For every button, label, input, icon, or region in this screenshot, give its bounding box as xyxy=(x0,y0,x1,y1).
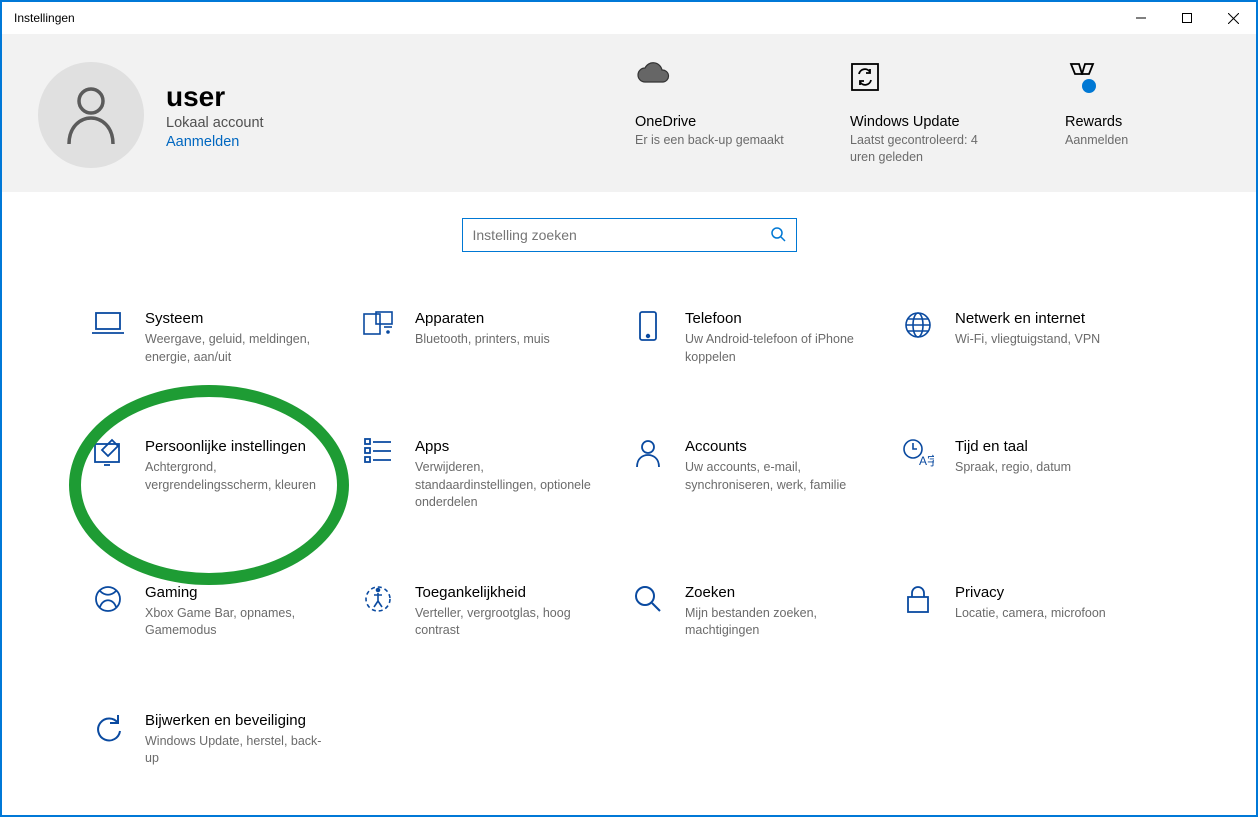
category-sub: Verwijderen, standaardinstellingen, opti… xyxy=(415,459,601,512)
tile-onedrive[interactable]: OneDrive Er is een back-up gemaakt xyxy=(635,62,790,168)
category-systeem[interactable]: Systeem Weergave, geluid, meldingen, ener… xyxy=(89,310,359,366)
titlebar: Instellingen xyxy=(2,2,1256,34)
category-sub: Uw Android-telefoon of iPhone koppelen xyxy=(685,331,871,366)
tile-onedrive-sub: Er is een back-up gemaakt xyxy=(635,132,790,149)
maximize-button[interactable] xyxy=(1164,2,1210,34)
category-toegankelijkheid[interactable]: Toegankelijkheid Verteller, vergrootglas,… xyxy=(359,584,629,640)
category-sub: Windows Update, herstel, back-up xyxy=(145,733,331,768)
search-icon xyxy=(633,584,663,614)
category-sub: Spraak, regio, datum xyxy=(955,459,1141,477)
category-privacy[interactable]: Privacy Locatie, camera, microfoon xyxy=(899,584,1169,640)
xbox-icon xyxy=(93,584,123,614)
category-title: Apps xyxy=(415,438,601,455)
medal-icon xyxy=(1065,62,1099,96)
tile-rewards-sub: Aanmelden xyxy=(1065,132,1220,149)
search-input[interactable] xyxy=(473,227,763,243)
category-sub: Mijn bestanden zoeken, machtigingen xyxy=(685,605,871,640)
category-title: Systeem xyxy=(145,310,331,327)
phone-icon xyxy=(637,310,659,342)
tile-windows-update[interactable]: Windows Update Laatst gecontroleerd: 4 u… xyxy=(850,62,1005,168)
category-title: Toegankelijkheid xyxy=(415,584,601,601)
category-tijd-taal[interactable]: A字 Tijd en taal Spraak, regio, datum xyxy=(899,438,1169,512)
person-icon xyxy=(63,84,119,146)
category-title: Tijd en taal xyxy=(955,438,1141,455)
category-title: Netwerk en internet xyxy=(955,310,1141,327)
category-apparaten[interactable]: Apparaten Bluetooth, printers, muis xyxy=(359,310,629,366)
close-button[interactable] xyxy=(1210,2,1256,34)
devices-icon xyxy=(362,310,394,338)
category-telefoon[interactable]: Telefoon Uw Android-telefoon of iPhone ko… xyxy=(629,310,899,366)
category-sub: Verteller, vergrootglas, hoog contrast xyxy=(415,605,601,640)
category-title: Persoonlijke instellingen xyxy=(145,438,331,455)
category-persoonlijke-instellingen[interactable]: Persoonlijke instellingen Achtergrond, ve… xyxy=(89,438,359,512)
accessibility-icon xyxy=(363,584,393,614)
category-title: Gaming xyxy=(145,584,331,601)
category-title: Apparaten xyxy=(415,310,601,327)
category-sub: Bluetooth, printers, muis xyxy=(415,331,601,349)
search-icon xyxy=(770,226,786,247)
tile-rewards[interactable]: Rewards Aanmelden xyxy=(1065,62,1220,168)
category-title: Accounts xyxy=(685,438,871,455)
lock-icon xyxy=(905,584,931,614)
sign-in-link[interactable]: Aanmelden xyxy=(166,134,264,150)
category-title: Bijwerken en beveiliging xyxy=(145,712,331,729)
category-apps[interactable]: Apps Verwijderen, standaardinstellingen, … xyxy=(359,438,629,512)
category-accounts[interactable]: Accounts Uw accounts, e-mail, synchronise… xyxy=(629,438,899,512)
svg-text:A字: A字 xyxy=(919,453,934,468)
window-title: Instellingen xyxy=(14,11,75,25)
search-box[interactable] xyxy=(462,218,797,252)
apps-list-icon xyxy=(363,438,393,464)
category-sub: Achtergrond, vergrendelingsscherm, kleur… xyxy=(145,459,331,494)
globe-icon xyxy=(903,310,933,340)
user-account-type: Lokaal account xyxy=(166,115,264,131)
personalize-icon xyxy=(92,438,124,466)
sync-icon xyxy=(850,62,880,92)
category-sub: Locatie, camera, microfoon xyxy=(955,605,1141,623)
minimize-button[interactable] xyxy=(1118,2,1164,34)
tile-update-sub: Laatst gecontroleerd: 4 uren geleden xyxy=(850,132,1005,166)
header-band: user Lokaal account Aanmelden OneDrive E… xyxy=(2,34,1256,192)
category-sub: Uw accounts, e-mail, synchroniseren, wer… xyxy=(685,459,871,494)
category-netwerk[interactable]: Netwerk en internet Wi-Fi, vliegtuigstand… xyxy=(899,310,1169,366)
tile-rewards-title: Rewards xyxy=(1065,114,1220,130)
categories-grid: Systeem Weergave, geluid, meldingen, ener… xyxy=(89,310,1169,768)
person-icon xyxy=(634,438,662,468)
category-sub: Xbox Game Bar, opnames, Gamemodus xyxy=(145,605,331,640)
laptop-icon xyxy=(92,310,124,336)
tile-onedrive-title: OneDrive xyxy=(635,114,790,130)
tile-update-title: Windows Update xyxy=(850,114,1005,130)
category-title: Zoeken xyxy=(685,584,871,601)
avatar xyxy=(38,62,144,168)
category-sub: Weergave, geluid, meldingen, energie, aa… xyxy=(145,331,331,366)
category-zoeken[interactable]: Zoeken Mijn bestanden zoeken, machtiginge… xyxy=(629,584,899,640)
update-icon xyxy=(93,712,123,742)
category-gaming[interactable]: Gaming Xbox Game Bar, opnames, Gamemodus xyxy=(89,584,359,640)
time-language-icon: A字 xyxy=(902,438,934,468)
user-block[interactable]: user Lokaal account Aanmelden xyxy=(38,62,518,168)
category-title: Privacy xyxy=(955,584,1141,601)
category-title: Telefoon xyxy=(685,310,871,327)
cloud-icon xyxy=(635,62,671,86)
user-name: user xyxy=(166,81,264,113)
category-bijwerken-beveiliging[interactable]: Bijwerken en beveiliging Windows Update, … xyxy=(89,712,359,768)
category-sub: Wi-Fi, vliegtuigstand, VPN xyxy=(955,331,1141,349)
